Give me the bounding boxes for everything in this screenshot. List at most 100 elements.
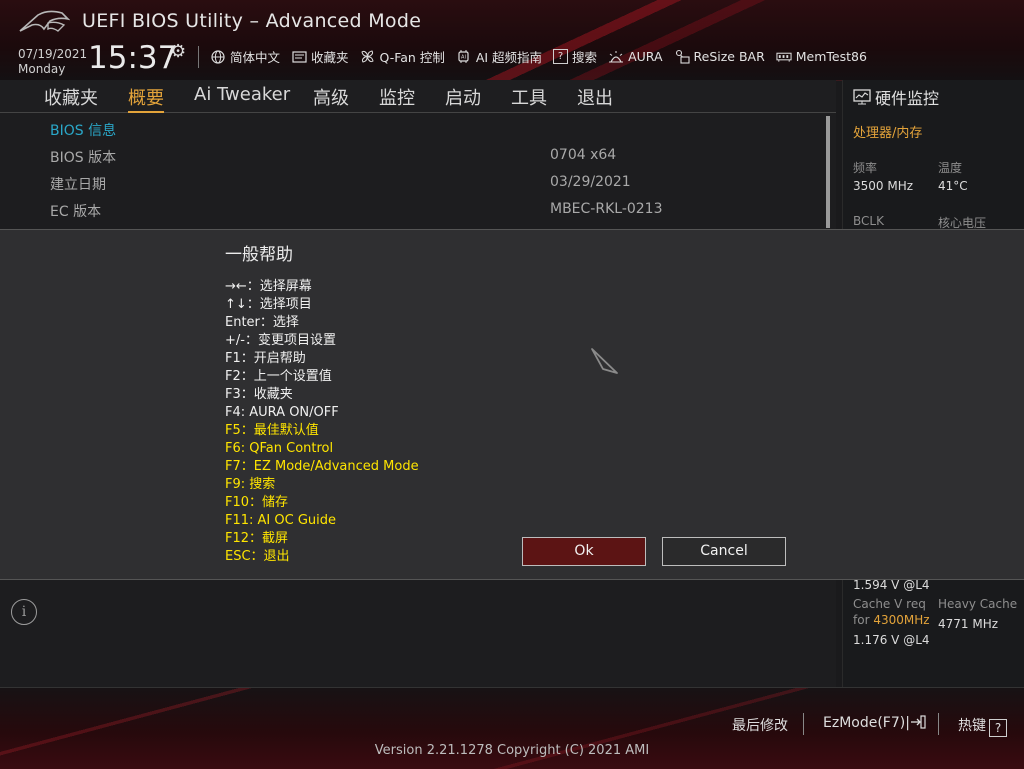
- help-line: ESC：退出: [225, 549, 290, 564]
- last-modified-button[interactable]: 最后修改: [732, 715, 788, 735]
- qfan-control-button[interactable]: Q-Fan 控制: [360, 47, 445, 66]
- qfan-label: Q-Fan 控制: [379, 50, 445, 65]
- help-line: F3：收藏夹: [225, 387, 293, 402]
- bios-version-value: 0704 x64: [550, 147, 617, 163]
- cache-for-line: for 4300MHz: [853, 613, 930, 627]
- freq-value: 3500 MHz: [853, 179, 914, 193]
- temp-value: 41°C: [938, 179, 968, 193]
- app-title: UEFI BIOS Utility – Advanced Mode: [82, 10, 422, 32]
- help-line: +/-：变更项目设置: [225, 333, 336, 348]
- help-line: F4: AURA ON/OFF: [225, 405, 339, 420]
- memtest-button[interactable]: MemTest86: [776, 47, 867, 66]
- resize-bar-icon: [674, 49, 690, 65]
- help-line: ↑↓：选择项目: [225, 297, 312, 312]
- build-date-label: 建立日期: [50, 177, 106, 193]
- tab-boot[interactable]: 启动: [445, 84, 481, 110]
- main-menu-bar: 收藏夹 概要 Ai Tweaker 高级 监控 启动 工具 退出: [0, 80, 836, 113]
- help-line: →←：选择屏幕: [225, 279, 312, 294]
- tab-exit[interactable]: 退出: [577, 84, 613, 110]
- tab-tool[interactable]: 工具: [511, 84, 547, 110]
- help-line: F12：截屏: [225, 531, 289, 546]
- favorites-label: 收藏夹: [311, 50, 349, 65]
- bios-version-label: BIOS 版本: [50, 150, 117, 166]
- bios-info-heading: BIOS 信息: [50, 123, 117, 139]
- help-line: F5：最佳默认值: [225, 423, 319, 438]
- hotkeys-button[interactable]: 热键?: [958, 715, 1007, 737]
- general-help-dialog: 一般帮助 →←：选择屏幕 ↑↓：选择项目 Enter：选择 +/-：变更项目设置 F1：…: [0, 229, 1024, 580]
- favorites-icon: [291, 49, 307, 65]
- aura-label: AURA: [628, 49, 663, 64]
- header-bar: UEFI BIOS Utility – Advanced Mode 07/19/…: [0, 0, 1024, 81]
- help-line: F6: QFan Control: [225, 441, 334, 456]
- memory-icon: [776, 49, 792, 65]
- hw-title-text: 硬件监控: [875, 89, 940, 108]
- header-divider: [198, 46, 199, 68]
- help-key-list: →←：选择屏幕 ↑↓：选择项目 Enter：选择 +/-：变更项目设置 F1：开启帮助 F…: [225, 278, 419, 566]
- temp-label: 温度: [938, 161, 963, 175]
- tab-advanced[interactable]: 高级: [313, 84, 349, 110]
- hw-monitor-title: 硬件监控: [853, 85, 939, 109]
- build-date-value: 03/29/2021: [550, 174, 631, 190]
- resize-bar-button[interactable]: ReSize BAR: [674, 47, 765, 66]
- weekday-text: Monday: [18, 62, 66, 76]
- ec-version-value: MBEC-RKL-0213: [550, 201, 663, 217]
- exit-arrow-icon: [910, 715, 926, 731]
- clock-settings-gear-icon[interactable]: ⚙: [170, 41, 186, 62]
- help-line: F1：开启帮助: [225, 351, 306, 366]
- footer-divider: [803, 713, 804, 735]
- cache-v-req-label: Cache V req: [853, 597, 926, 611]
- aura-button[interactable]: AURA: [608, 47, 663, 66]
- ai-oc-label: AI 超频指南: [475, 50, 543, 65]
- favorites-button[interactable]: 收藏夹: [291, 47, 349, 66]
- info-icon: i: [11, 599, 37, 625]
- version-copyright: Version 2.21.1278 Copyright (C) 2021 AMI: [374, 743, 650, 758]
- help-search-icon: ?: [553, 49, 569, 64]
- tab-main[interactable]: 概要: [128, 84, 164, 113]
- language-button[interactable]: 简体中文: [210, 47, 280, 66]
- footer-bar: 最后修改 EzMode(F7)| 热键? Version 2.21.1278 C…: [0, 687, 1024, 769]
- main-scrollbar[interactable]: [826, 116, 830, 228]
- search-button[interactable]: ? 搜索: [553, 47, 597, 66]
- help-line: F2：上一个设置值: [225, 369, 332, 384]
- globe-icon: [210, 49, 226, 65]
- svg-text:AI: AI: [461, 55, 466, 61]
- language-label: 简体中文: [230, 50, 281, 65]
- bclk-label: BCLK: [853, 214, 884, 228]
- resize-bar-label: ReSize BAR: [693, 49, 765, 64]
- help-line: F11: AI OC Guide: [225, 513, 337, 528]
- heavy-cache-value: 4771 MHz: [938, 617, 999, 631]
- help-line: F7：EZ Mode/Advanced Mode: [225, 459, 419, 474]
- fan-icon: [360, 49, 376, 65]
- hotkeys-label: 热键: [958, 718, 986, 734]
- date-text: 07/19/2021: [18, 47, 88, 61]
- ez-mode-label: EzMode(F7)|: [823, 715, 910, 731]
- help-line: F10：储存: [225, 495, 289, 510]
- help-line: F9: 搜索: [225, 477, 276, 492]
- date-display[interactable]: 07/19/2021 Monday: [18, 47, 87, 77]
- tab-favorites[interactable]: 收藏夹: [44, 84, 98, 110]
- ez-mode-button[interactable]: EzMode(F7)|: [823, 715, 926, 731]
- ai-chip-icon: AI: [456, 49, 472, 65]
- heavy-cache-label: Heavy Cache: [938, 597, 1018, 611]
- voltage-reading-2: 1.176 V @L4: [853, 633, 930, 647]
- memtest-label: MemTest86: [795, 49, 867, 64]
- cache-for-text: for: [853, 613, 870, 627]
- search-label: 搜索: [572, 50, 598, 65]
- aura-light-icon: [608, 49, 624, 65]
- monitor-icon: [853, 89, 871, 105]
- clock-time[interactable]: 15:37: [88, 40, 177, 76]
- tab-ai-tweaker[interactable]: Ai Tweaker: [194, 84, 290, 105]
- hotkeys-help-icon: ?: [989, 719, 1007, 737]
- cache-for-freq: 4300MHz: [873, 613, 930, 627]
- cpu-memory-section: 处理器/内存: [853, 126, 923, 141]
- ok-button[interactable]: Ok: [522, 537, 646, 566]
- tab-monitor[interactable]: 监控: [379, 84, 415, 110]
- help-line: Enter：选择: [225, 315, 299, 330]
- mouse-pointer-icon: [591, 348, 618, 374]
- footer-divider: [938, 713, 939, 735]
- rog-logo-icon: [19, 10, 70, 32]
- cancel-button[interactable]: Cancel: [662, 537, 786, 566]
- dialog-title: 一般帮助: [225, 245, 293, 265]
- voltage-reading-1: 1.594 V @L4: [853, 578, 930, 592]
- ai-oc-guide-button[interactable]: AI AI 超频指南: [456, 47, 542, 66]
